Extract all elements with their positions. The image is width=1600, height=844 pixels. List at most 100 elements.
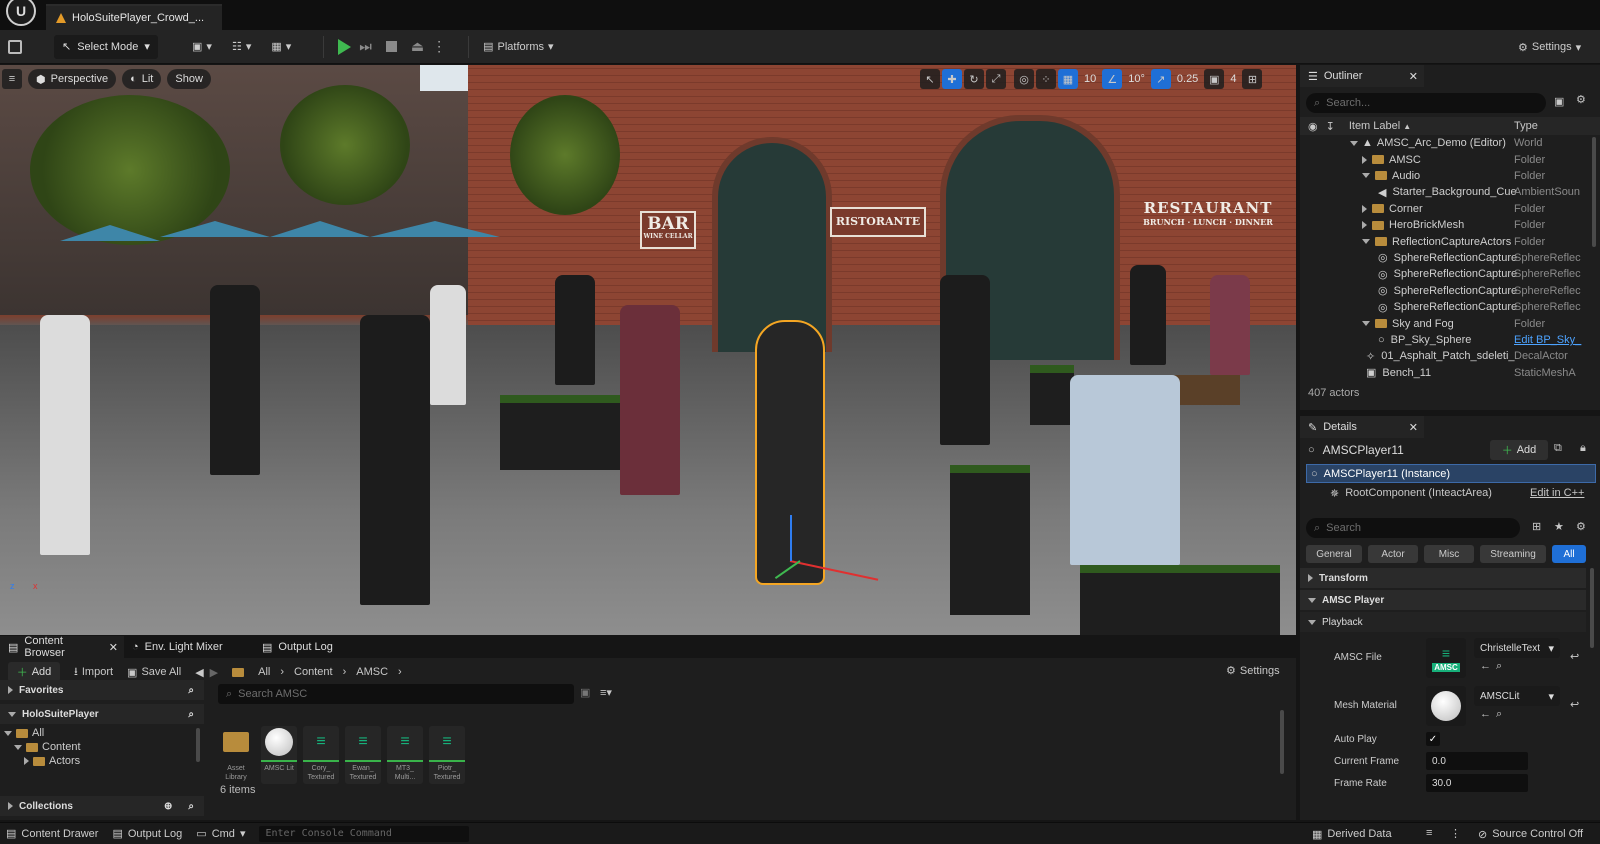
expand-arrow-icon[interactable] [1362, 239, 1370, 245]
outliner-search-input[interactable]: ⌕ Search... [1306, 93, 1546, 113]
breadcrumb-item[interactable]: Content [294, 666, 333, 678]
tree-all[interactable]: All [0, 726, 200, 740]
outliner-scrollbar[interactable] [1592, 137, 1596, 247]
browse-arrow-icon[interactable]: ← [1480, 708, 1491, 720]
cb-save-all-button[interactable]: ▣︎ Save All [127, 666, 181, 679]
cb-settings-button[interactable]: ⚙ Settings [1226, 664, 1280, 678]
outliner-row[interactable]: HeroBrickMesh Folder [1300, 217, 1590, 233]
expand-arrow-icon[interactable] [1350, 140, 1358, 146]
filter-icon[interactable]: ≡▾ [600, 686, 612, 699]
add-collection-icon[interactable]: ⊕ [164, 801, 172, 812]
outliner-row[interactable]: AMSC Folder [1300, 151, 1590, 167]
tree-actors[interactable]: Actors [0, 754, 200, 768]
cb-import-button[interactable]: ⭳ Import [74, 663, 113, 682]
outliner-row[interactable]: ▲ AMSC_Arc_Demo (Editor) World [1300, 135, 1590, 151]
grid-snap-value[interactable]: 10 [1080, 73, 1100, 85]
asset-tile-piotr[interactable]: ≡ Piotr_ Textured [429, 726, 465, 784]
expand-arrow-icon[interactable] [1362, 173, 1370, 179]
unreal-logo-icon[interactable]: U [6, 0, 36, 26]
add-actor-button[interactable]: ▣︎ ▾ [186, 35, 218, 59]
outliner-row[interactable]: ✧ 01_Asphalt_Patch_sdeleti_ DecalActor [1300, 348, 1590, 364]
outliner-row[interactable]: Sky and Fog Folder [1300, 315, 1590, 331]
platforms-dropdown[interactable]: ▤ Platforms ▾ [477, 35, 559, 59]
select-cursor-icon[interactable]: ↖ [920, 69, 940, 89]
stop-icon[interactable] [385, 41, 397, 52]
edit-in-cpp-link[interactable]: Edit in C++ [1530, 487, 1584, 499]
content-browser-tab[interactable]: ▤ Content Browser ✕ [0, 635, 124, 659]
filter-tab-streaming[interactable]: Streaming [1480, 545, 1546, 563]
content-drawer-button[interactable]: ▤ Content Drawer [6, 823, 98, 844]
amsc-file-thumbnail[interactable]: ≡ AMSC [1426, 638, 1466, 678]
search-icon[interactable]: ⌕ [188, 685, 194, 696]
blueprint-convert-icon[interactable]: ⧉ [1554, 442, 1562, 455]
project-header[interactable]: HoloSuitePlayer ⌕ [0, 704, 204, 724]
close-icon[interactable]: ✕ [1409, 70, 1418, 83]
expand-arrow-icon[interactable] [1362, 321, 1370, 327]
lock-icon[interactable]: 🔒︎ [1580, 442, 1586, 455]
details-scrollbar[interactable] [1590, 568, 1594, 648]
auto-play-checkbox[interactable]: ✓ [1426, 732, 1440, 746]
cmd-dropdown[interactable]: ▭ Cmd ▾ [196, 823, 245, 844]
outliner-row[interactable]: Audio Folder [1300, 168, 1590, 184]
actor-name-field[interactable]: AMSCPlayer11 [1323, 443, 1404, 457]
frame-rate-field[interactable]: 30.0 [1426, 774, 1528, 792]
outliner-tab[interactable]: ☰ Outliner ✕ [1300, 65, 1424, 87]
world-local-icon[interactable]: ◎ [1014, 69, 1034, 89]
lit-mode-button[interactable]: ◐ Lit [122, 69, 162, 89]
env-light-mixer-tab[interactable]: ◔ Env. Light Mixer [124, 636, 254, 658]
camera-speed-value[interactable]: 4 [1226, 73, 1240, 85]
perspective-button[interactable]: ⬢ Perspective [28, 69, 117, 89]
outliner-row[interactable]: ◎ SphereReflectionCapture SphereReflec [1300, 299, 1590, 315]
amsc-player-section-header[interactable]: AMSC Player [1300, 590, 1586, 610]
outliner-row[interactable]: ◎ SphereReflectionCapture SphereReflec [1300, 283, 1590, 299]
collections-header[interactable]: Collections ⊕ ⌕ [0, 796, 204, 816]
item-label-column-header[interactable]: Item Label [1349, 120, 1400, 132]
outliner-row[interactable]: ▣︎ Bench_11 StaticMeshA [1300, 365, 1590, 381]
more-options-icon[interactable]: ⋮ [432, 38, 446, 55]
asset-tile-cory[interactable]: ≡ Cory_ Textured [303, 726, 339, 784]
cinematics-button[interactable]: ▦ ▾ [265, 35, 297, 59]
history-forward-icon[interactable]: ▶ [210, 666, 218, 679]
root-component-row[interactable]: ✵ RootComponent (InteactArea) Edit in C+… [1330, 484, 1596, 502]
rotation-snap-value[interactable]: 10° [1124, 73, 1149, 85]
visibility-eye-icon[interactable]: ◉ [1308, 120, 1318, 133]
reset-to-default-icon[interactable]: ↩ [1570, 698, 1579, 711]
play-icon[interactable] [338, 38, 352, 55]
mesh-material-dropdown[interactable]: AMSCLit ▾ [1474, 686, 1560, 706]
search-icon[interactable]: ⌕ [188, 709, 194, 720]
derived-data-button[interactable]: ▦ Derived Data [1312, 823, 1392, 844]
save-search-icon[interactable]: ▣︎ [580, 686, 590, 699]
reset-to-default-icon[interactable]: ↩ [1570, 650, 1579, 663]
cb-add-button[interactable]: ＋ Add [8, 662, 60, 682]
outliner-row[interactable]: ReflectionCaptureActors Folder [1300, 233, 1590, 249]
select-mode-dropdown[interactable]: ↖ Select Mode ▾ [54, 34, 158, 59]
add-component-button[interactable]: ＋ Add [1490, 440, 1548, 460]
filter-tab-actor[interactable]: Actor [1368, 545, 1418, 563]
filter-tab-all[interactable]: All [1552, 545, 1586, 563]
outliner-row[interactable]: ◎ SphereReflectionCapture SphereReflec [1300, 250, 1590, 266]
toolbar-settings-button[interactable]: ⚙ Settings ▾ [1512, 35, 1587, 59]
asset-tile-asset-library[interactable]: Asset Library [218, 726, 254, 784]
expand-arrow-icon[interactable] [1362, 204, 1367, 213]
outliner-row[interactable]: ○ BP_Sky_Sphere Edit BP_Sky_ [1300, 332, 1590, 348]
translate-icon[interactable]: ✚ [942, 69, 962, 89]
playback-section-header[interactable]: Playback [1300, 612, 1586, 632]
tree-content[interactable]: Content [0, 740, 200, 754]
source-control-button[interactable]: ⊘ Source Control Off [1478, 823, 1583, 844]
hamburger-menu-icon[interactable]: ≡ [2, 69, 22, 89]
details-search-input[interactable]: ⌕ Search [1306, 518, 1520, 538]
outliner-row[interactable]: ◎ SphereReflectionCapture SphereReflec [1300, 266, 1590, 282]
transform-gizmo-z[interactable] [790, 515, 792, 561]
camera-speed-icon[interactable]: ▣︎ [1204, 69, 1225, 89]
close-icon[interactable]: ✕ [109, 641, 118, 654]
current-frame-field[interactable]: 0.0 [1426, 752, 1528, 770]
more-options-icon[interactable]: ⋮ [1450, 827, 1461, 840]
surface-snap-icon[interactable]: ⁘ [1036, 69, 1056, 89]
scale-icon[interactable]: ⤢ [986, 69, 1006, 89]
cb-search-input[interactable]: ⌕ Search AMSC [218, 684, 574, 704]
search-icon[interactable]: ⌕ [188, 801, 194, 812]
asset-tile-amsc-lit[interactable]: AMSC Lit [261, 726, 297, 784]
grid-snap-icon[interactable]: ▦ [1058, 69, 1078, 89]
expand-arrow-icon[interactable] [1362, 221, 1367, 230]
close-icon[interactable]: ✕ [1409, 421, 1418, 434]
